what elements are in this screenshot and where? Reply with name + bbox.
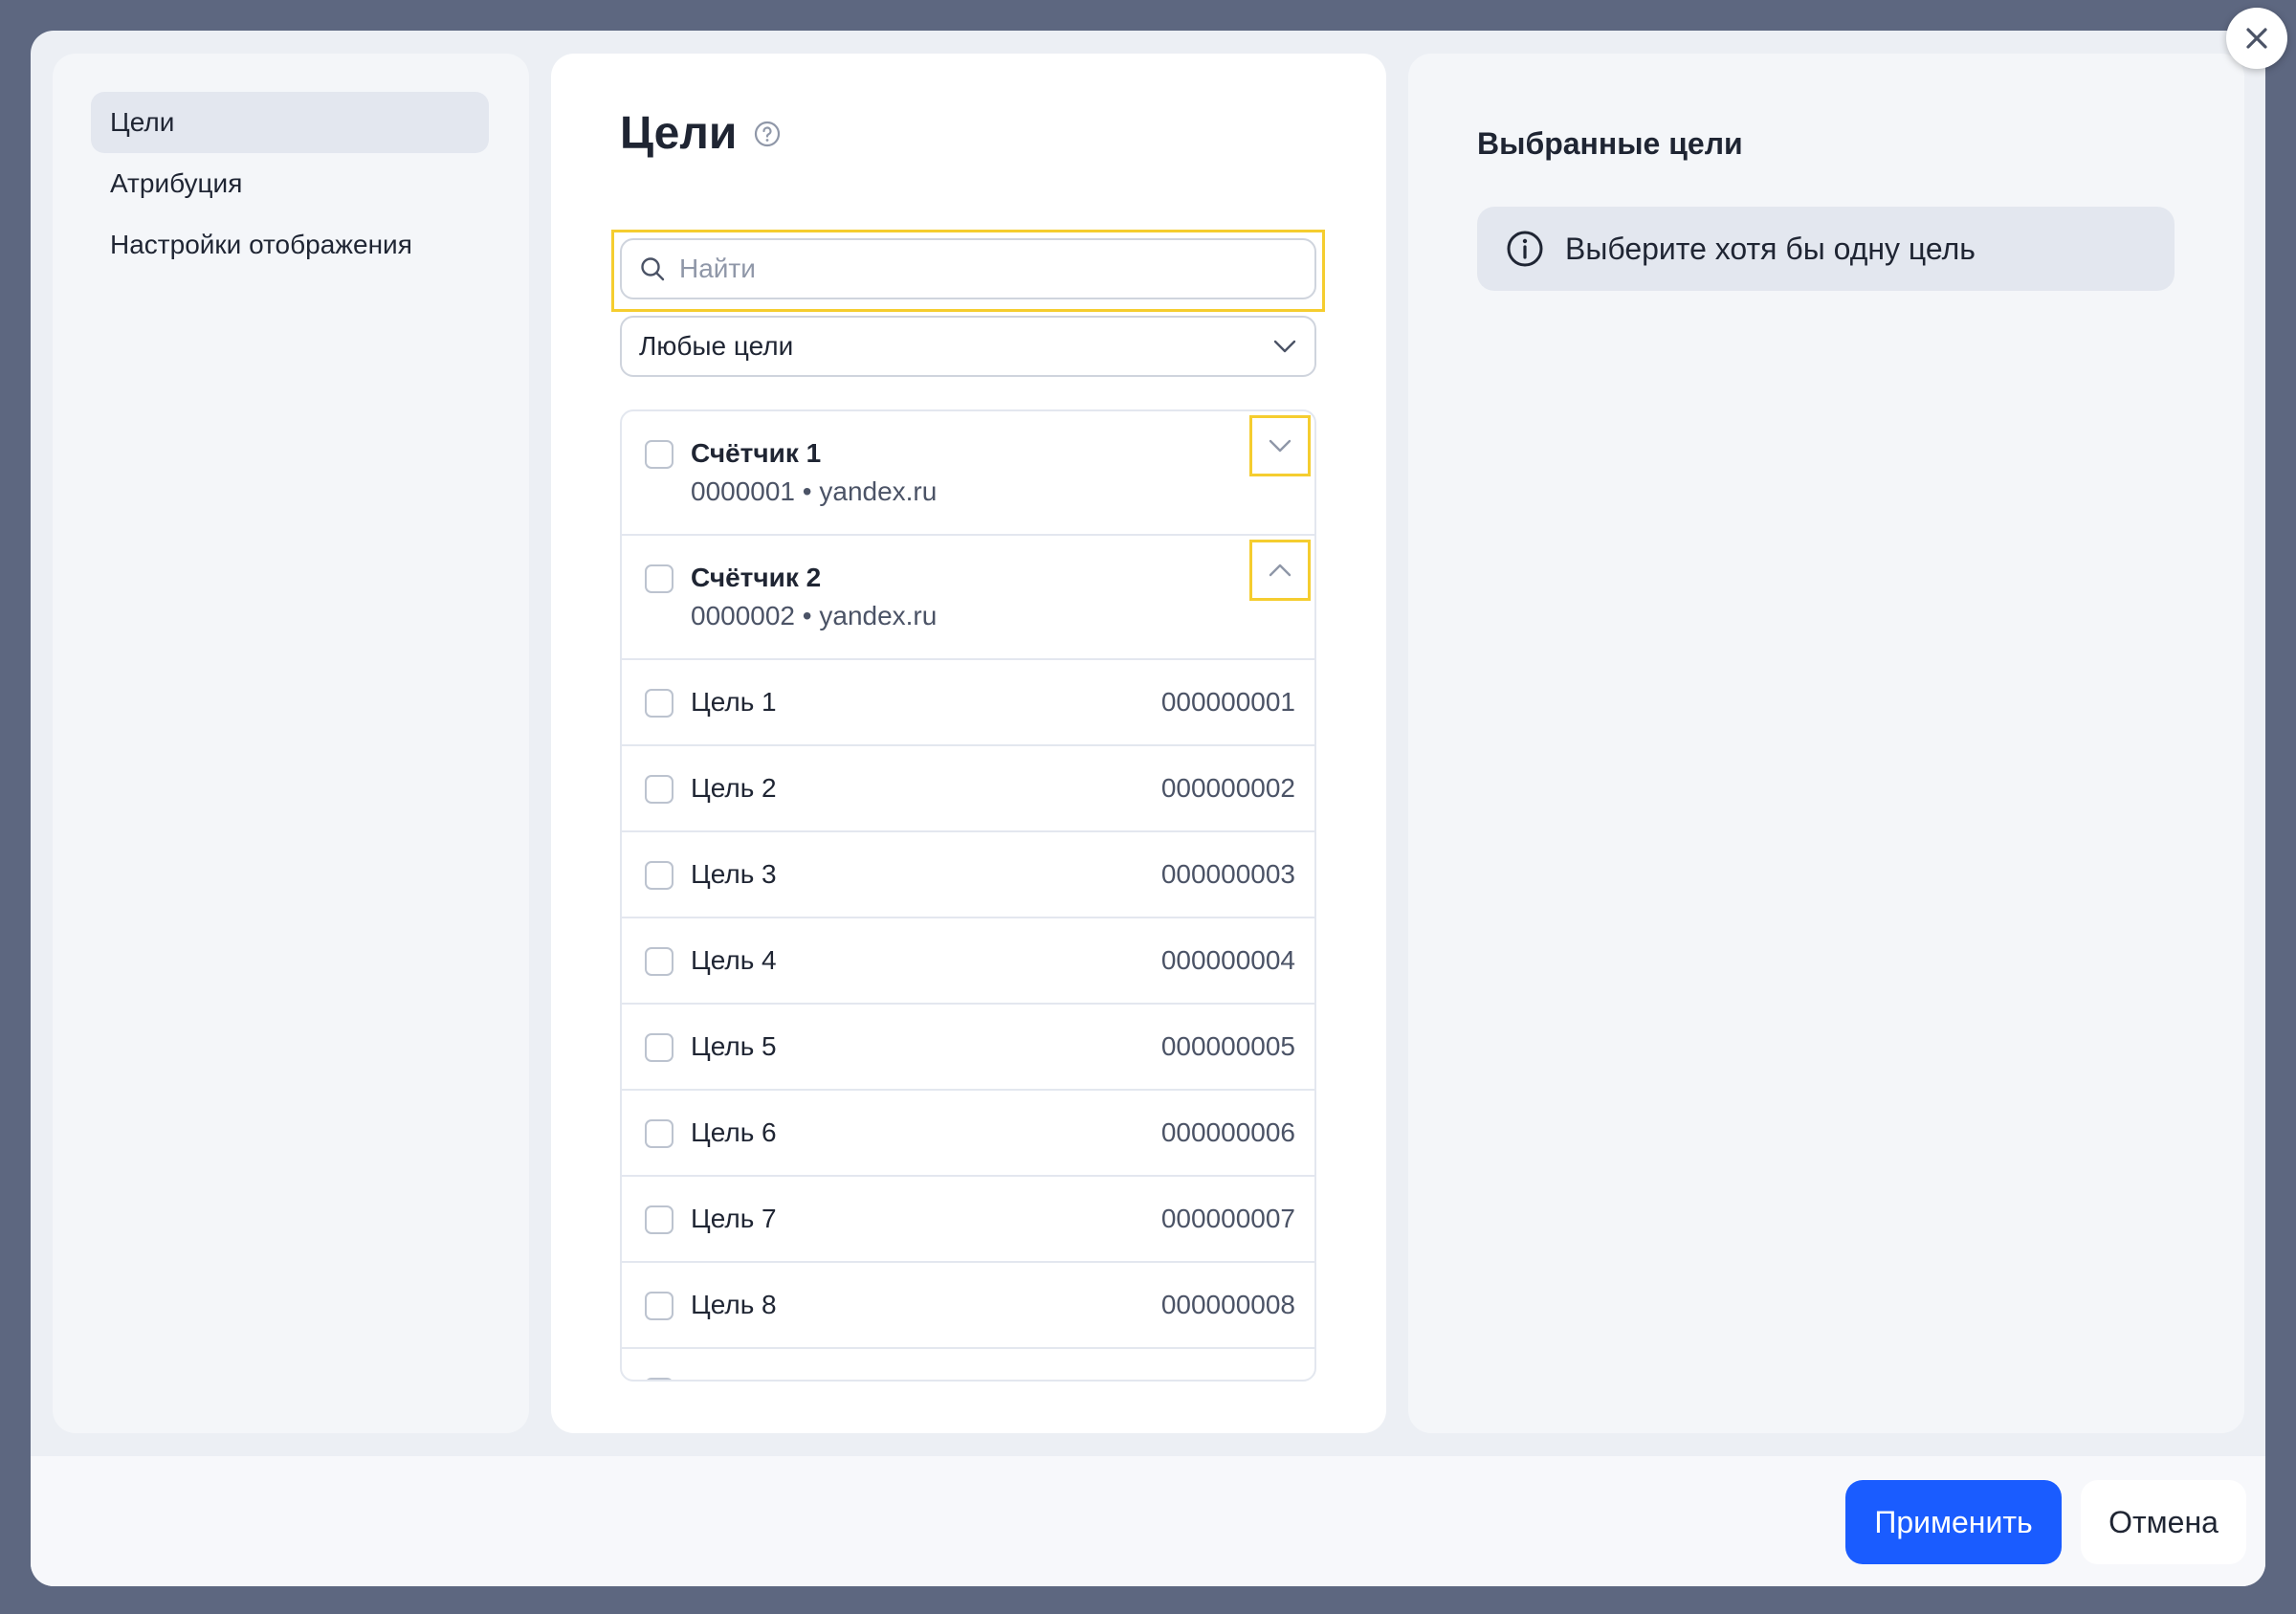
goal-type-select[interactable]: Любые цели xyxy=(620,316,1316,377)
goal-name: Цель 4 xyxy=(691,945,777,975)
counter-subtitle: 0000002 • yandex.ru xyxy=(691,601,938,630)
selected-goals-title: Выбранные цели xyxy=(1477,126,1743,161)
sidebar-item-label: Настройки отображения xyxy=(110,230,412,259)
search-input[interactable] xyxy=(679,254,1292,284)
goal-id: 000000008 xyxy=(1160,1290,1295,1319)
goal-row[interactable]: Цель 1 000000001 xyxy=(622,660,1314,746)
goal-row[interactable]: Цель 8 000000008 xyxy=(622,1263,1314,1349)
apply-button[interactable]: Применить xyxy=(1845,1480,2062,1564)
goal-name: Цель 1 xyxy=(691,687,777,717)
close-icon xyxy=(2246,28,2267,49)
search-icon xyxy=(641,257,665,281)
selected-goals-panel: Выбранные цели Выберите хотя бы одну цел… xyxy=(1408,54,2244,1433)
goal-checkbox[interactable] xyxy=(645,947,673,976)
goals-panel: Цели Любые цели Счётчи xyxy=(551,54,1386,1433)
cancel-button[interactable]: Отмена xyxy=(2081,1480,2246,1564)
counter-name: Счётчик 2 xyxy=(691,563,822,592)
sidebar-item-attribution[interactable]: Атрибуция xyxy=(91,153,489,214)
counter-name: Счётчик 1 xyxy=(691,438,822,468)
sidebar-item-label: Атрибуция xyxy=(110,168,243,198)
info-icon xyxy=(1507,231,1543,267)
counter-checkbox[interactable] xyxy=(645,440,673,469)
sidebar-item-label: Цели xyxy=(110,107,175,137)
goal-row[interactable]: Цель 6 000000006 xyxy=(622,1091,1314,1177)
goal-name: Цель 8 xyxy=(691,1290,777,1319)
goal-id: 000000004 xyxy=(1160,945,1295,975)
goal-name: Цель 6 xyxy=(691,1117,777,1147)
goal-checkbox[interactable] xyxy=(645,861,673,890)
goal-id: 000000001 xyxy=(1160,687,1295,717)
counter-row: Счётчик 1 0000001 • yandex.ru xyxy=(622,411,1314,536)
goal-checkbox[interactable] xyxy=(645,1033,673,1062)
page-title: Цели xyxy=(620,108,738,159)
goal-id: 000000003 xyxy=(1160,859,1295,889)
chevron-up-icon xyxy=(1269,564,1292,577)
goal-checkbox[interactable] xyxy=(645,1378,673,1380)
chevron-down-icon xyxy=(1269,439,1292,453)
search-field[interactable] xyxy=(620,238,1316,299)
expand-counter-button[interactable] xyxy=(1249,415,1311,476)
goals-modal: Цели Атрибуция Настройки отображения Цел… xyxy=(31,31,2265,1586)
goal-row-partial[interactable] xyxy=(622,1349,1314,1380)
goal-name: Цель 7 xyxy=(691,1204,777,1233)
goal-id: 000000006 xyxy=(1160,1117,1295,1147)
info-message: Выберите хотя бы одну цель xyxy=(1565,231,1976,266)
goal-id: 000000005 xyxy=(1160,1031,1295,1061)
goals-list[interactable]: Счётчик 1 0000001 • yandex.ru Счётчик 2 … xyxy=(620,409,1316,1382)
goal-checkbox[interactable] xyxy=(645,1119,673,1148)
collapse-counter-button[interactable] xyxy=(1249,540,1311,601)
goal-checkbox[interactable] xyxy=(645,775,673,804)
goal-name: Цель 3 xyxy=(691,859,777,889)
settings-sidebar: Цели Атрибуция Настройки отображения xyxy=(53,54,529,1433)
goal-checkbox[interactable] xyxy=(645,689,673,718)
counter-checkbox[interactable] xyxy=(645,564,673,593)
goal-row[interactable]: Цель 4 000000004 xyxy=(622,918,1314,1005)
goal-checkbox[interactable] xyxy=(645,1292,673,1320)
goal-id: 000000007 xyxy=(1160,1204,1295,1233)
close-button[interactable] xyxy=(2226,8,2287,69)
goal-name: Цель 2 xyxy=(691,773,777,803)
goal-row[interactable]: Цель 7 000000007 xyxy=(622,1177,1314,1263)
sidebar-item-goals[interactable]: Цели xyxy=(91,92,489,153)
goal-row[interactable]: Цель 5 000000005 xyxy=(622,1005,1314,1091)
goal-type-selected: Любые цели xyxy=(639,331,794,361)
goal-id: 000000002 xyxy=(1160,773,1295,803)
goal-row[interactable]: Цель 3 000000003 xyxy=(622,832,1314,918)
goal-row[interactable]: Цель 2 000000002 xyxy=(622,746,1314,832)
goal-checkbox[interactable] xyxy=(645,1205,673,1234)
chevron-down-icon xyxy=(1273,340,1296,353)
empty-selection-notice: Выберите хотя бы одну цель xyxy=(1477,207,2175,291)
title-row: Цели xyxy=(620,107,781,160)
counter-subtitle: 0000001 • yandex.ru xyxy=(691,476,938,506)
sidebar-item-display-settings[interactable]: Настройки отображения xyxy=(91,214,489,276)
counter-row: Счётчик 2 0000002 • yandex.ru xyxy=(622,536,1314,660)
goal-name: Цель 5 xyxy=(691,1031,777,1061)
help-icon[interactable] xyxy=(754,121,781,147)
